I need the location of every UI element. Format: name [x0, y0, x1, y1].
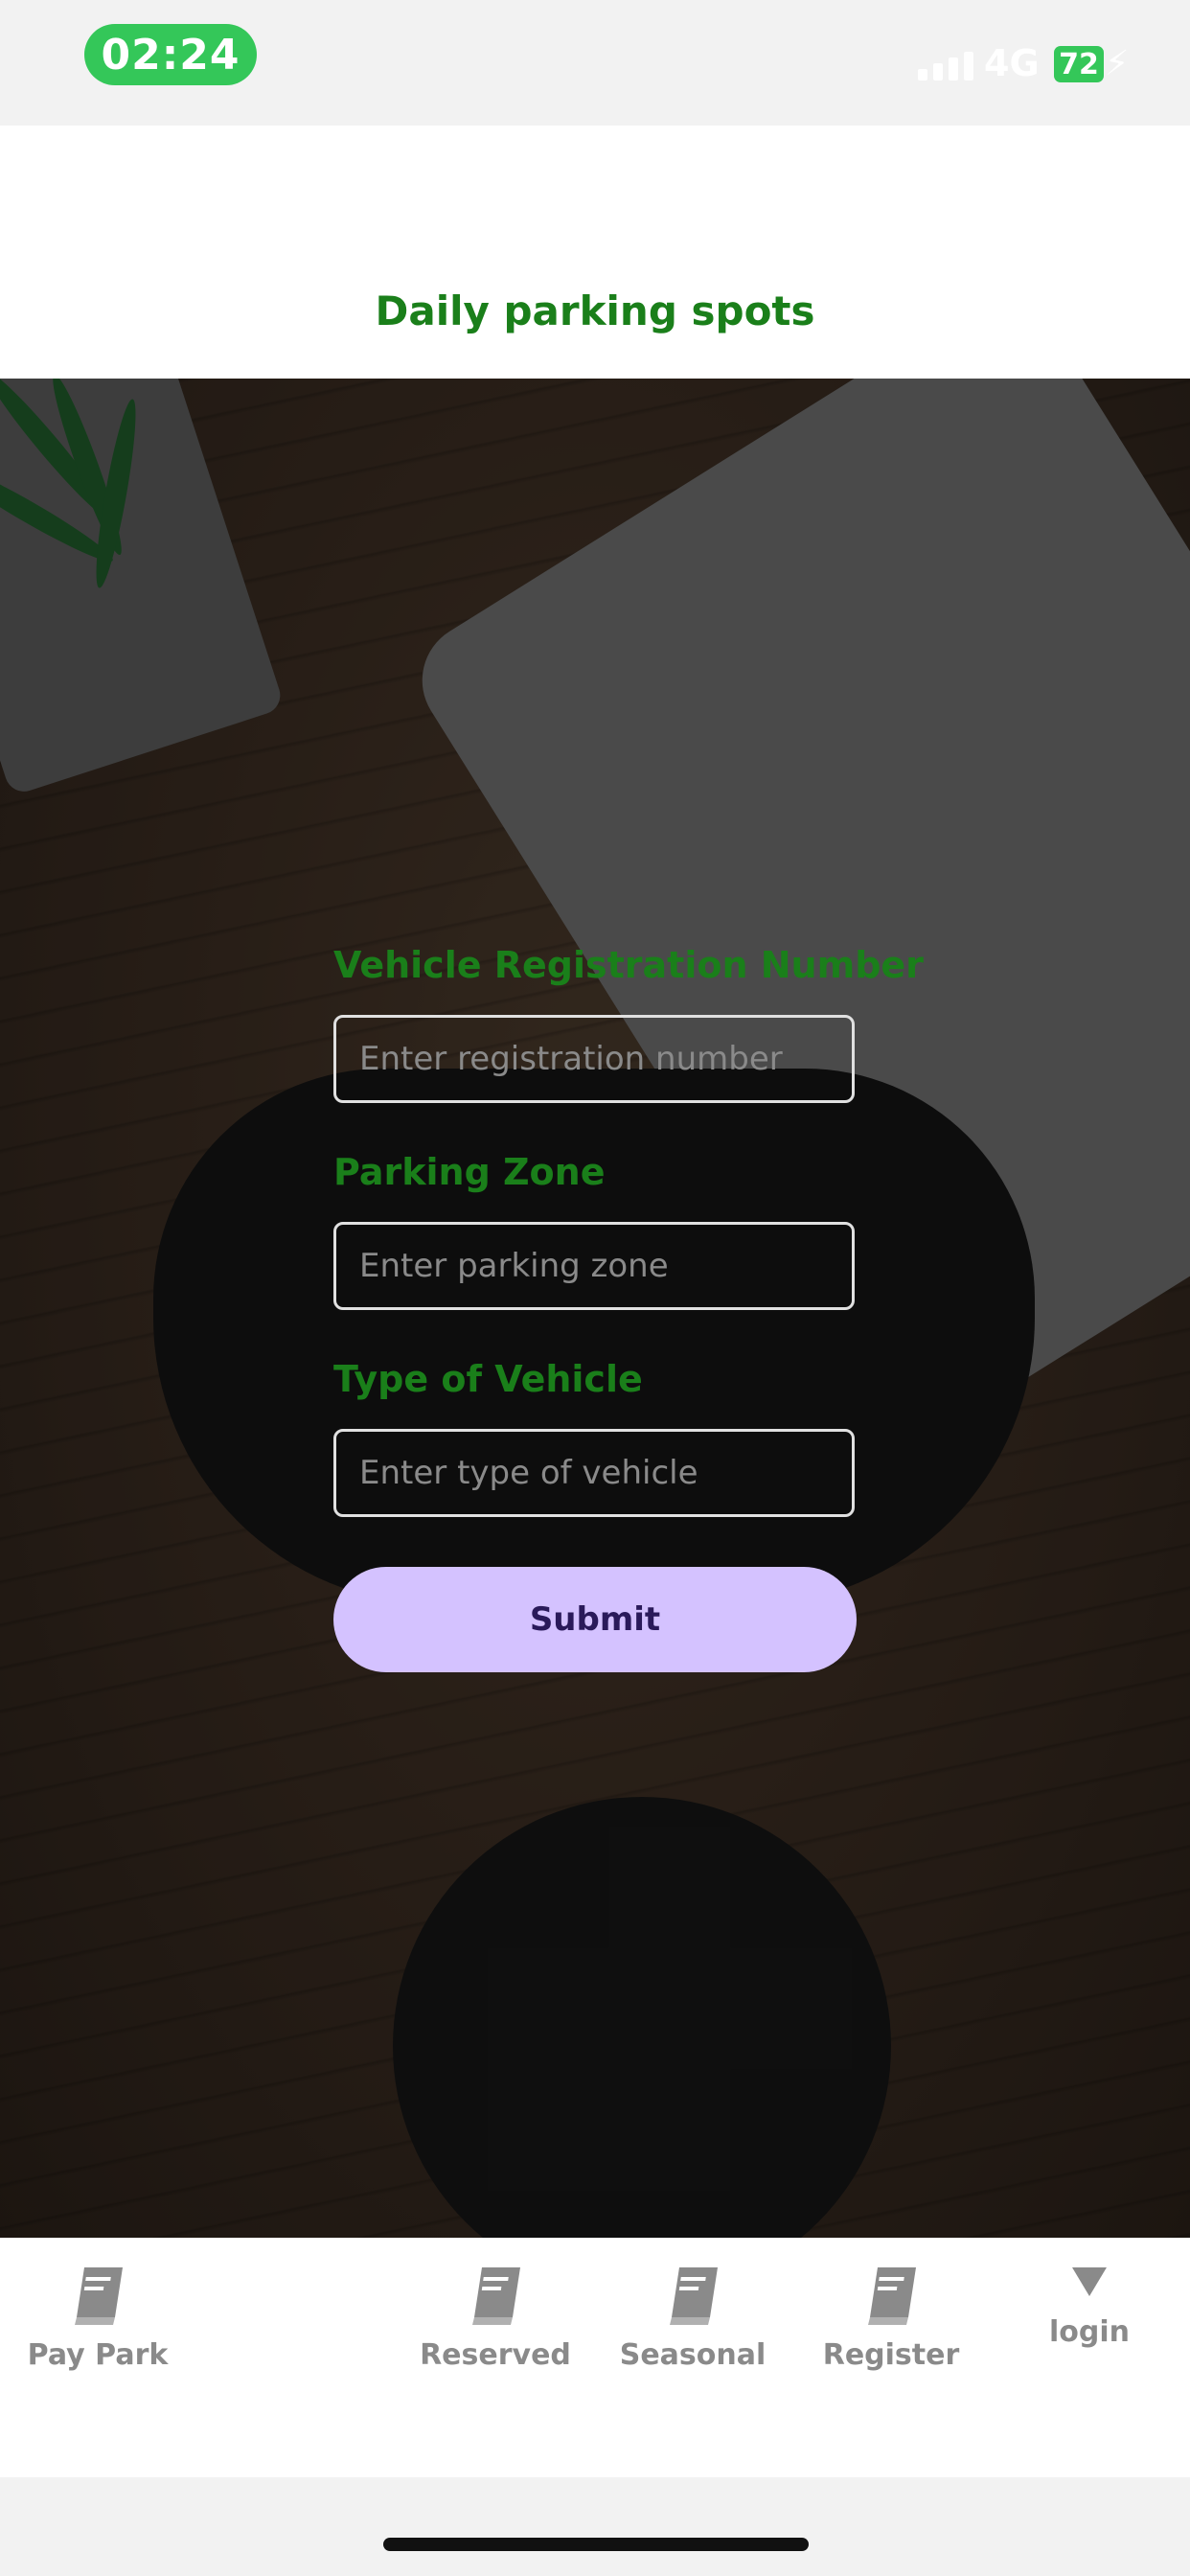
book-icon	[868, 2267, 916, 2325]
book-icon	[670, 2267, 718, 2325]
vehicle-type-label: Type of Vehicle	[333, 1358, 643, 1400]
parking-zone-label: Parking Zone	[333, 1151, 606, 1193]
page-title: Daily parking spots	[375, 288, 815, 334]
tab-label: Reserved	[420, 2338, 571, 2372]
battery-level: 72	[1059, 47, 1099, 81]
tab-label: login	[1048, 2315, 1130, 2349]
network-type: 4G	[984, 42, 1040, 84]
vehicle-type-input[interactable]	[333, 1429, 855, 1517]
registration-input[interactable]	[333, 1015, 855, 1103]
registration-label: Vehicle Registration Number	[333, 944, 924, 986]
tab-pay-park[interactable]: Pay Park	[11, 2262, 184, 2372]
parking-zone-input[interactable]	[333, 1222, 855, 1310]
status-bar: 02:24 4G 72 ⚡	[0, 0, 1190, 126]
book-icon	[472, 2267, 520, 2325]
tab-login[interactable]: login	[1003, 2262, 1176, 2349]
tab-seasonal[interactable]: Seasonal	[606, 2262, 779, 2372]
bottom-safe-area	[0, 2477, 1190, 2576]
tab-label: Register	[822, 2338, 960, 2372]
submit-button[interactable]: Submit	[333, 1567, 857, 1672]
status-time: 02:24	[101, 30, 240, 80]
charging-icon: ⚡	[1105, 44, 1130, 83]
signal-icon	[918, 52, 973, 80]
tab-label: Seasonal	[619, 2338, 767, 2372]
battery-icon: 72	[1054, 46, 1104, 82]
header	[0, 126, 1190, 379]
book-icon	[75, 2267, 123, 2325]
triangle-down-icon	[1072, 2267, 1107, 2296]
home-indicator[interactable]	[383, 2538, 809, 2551]
tab-register[interactable]: Register	[805, 2262, 977, 2372]
tab-label: Pay Park	[27, 2338, 169, 2372]
time-pill: 02:24	[84, 24, 257, 85]
tab-reserved[interactable]: Reserved	[409, 2262, 582, 2372]
